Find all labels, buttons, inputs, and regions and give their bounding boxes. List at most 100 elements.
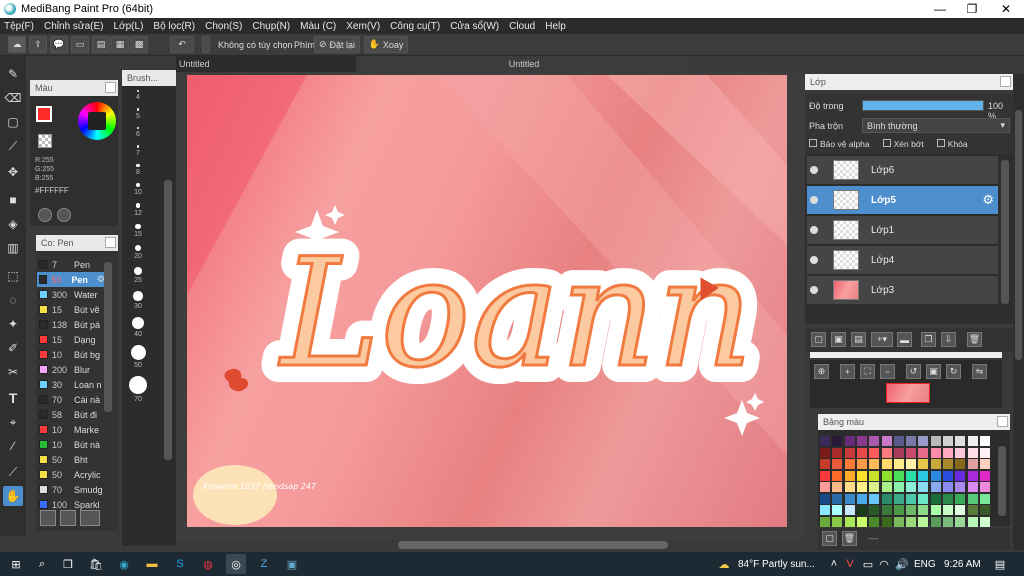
palette-swatch[interactable] (930, 493, 941, 504)
palette-swatch[interactable] (943, 516, 953, 527)
palette-swatch[interactable] (943, 470, 953, 481)
lasso-tool-icon[interactable]: ◌ (3, 290, 23, 310)
brush-item[interactable]: 70 Cái nà (37, 392, 105, 407)
palette-swatch[interactable] (955, 447, 966, 458)
palette-swatch[interactable] (869, 516, 880, 527)
palette-swatch[interactable] (918, 505, 929, 515)
line-tool-icon[interactable]: ⟋ (3, 136, 23, 156)
undo-icon[interactable]: ↶ (170, 36, 194, 53)
palette-swatch[interactable] (844, 493, 855, 504)
palette-swatch[interactable] (856, 436, 867, 446)
brush-item[interactable]: 10 Bút nà (37, 437, 105, 452)
bucket-tool-icon[interactable]: ◈ (3, 214, 23, 234)
foreground-swatch[interactable] (36, 106, 52, 122)
skype-icon[interactable]: S (172, 556, 188, 572)
palette-swatch[interactable] (955, 459, 966, 469)
folder-icon[interactable]: ▬ (897, 332, 912, 347)
eye-icon[interactable] (810, 226, 818, 234)
palette-swatch[interactable] (881, 493, 892, 504)
brush-size-option[interactable]: 40 (124, 316, 152, 338)
hand-tool-icon[interactable]: ✋ (3, 486, 23, 506)
panel-close-icon[interactable] (1000, 76, 1011, 87)
palette-swatch[interactable] (906, 516, 917, 527)
palette-swatch[interactable] (820, 447, 830, 458)
palette-swatch[interactable] (832, 436, 843, 446)
palette-swatch[interactable] (979, 447, 990, 458)
panel-close-icon[interactable] (997, 416, 1008, 427)
palette-swatch[interactable] (906, 505, 917, 515)
move-tool-icon[interactable]: ✥ (3, 162, 23, 182)
add-layer-menu-icon[interactable]: +▾ (871, 332, 893, 347)
palette-swatch[interactable] (943, 493, 953, 504)
palette-swatch[interactable] (967, 493, 978, 504)
palette-swatch[interactable] (869, 470, 880, 481)
palette-swatch[interactable] (856, 470, 867, 481)
brush-size-option[interactable]: 25 (124, 267, 152, 284)
eyedropper-tool-icon[interactable]: ⁄ (3, 436, 23, 456)
palette-swatch[interactable] (832, 505, 843, 515)
eraser-tool-icon[interactable]: ⌫ (3, 88, 23, 108)
palette-swatch[interactable] (930, 470, 941, 481)
trash-icon[interactable]: 🗑 (967, 332, 982, 347)
palette-swatch[interactable] (906, 459, 917, 469)
protect-alpha-checkbox[interactable]: Bảo vệ alpha (809, 139, 870, 149)
menu-item[interactable]: Help (545, 21, 566, 32)
rotate-left-icon[interactable]: ↺ (906, 364, 921, 379)
palette-swatch[interactable] (906, 447, 917, 458)
palette-swatch[interactable] (967, 505, 978, 515)
panel-close-icon[interactable] (105, 237, 116, 248)
new-palette-icon[interactable]: ▢ (822, 531, 837, 546)
palette-swatch[interactable] (955, 516, 966, 527)
brush-size-option[interactable]: 30 (124, 291, 152, 310)
operation-tool-icon[interactable]: ⌖ (3, 412, 23, 432)
zoom-out-icon[interactable]: − (880, 364, 895, 379)
toolbar-handle[interactable] (202, 36, 210, 53)
eye-icon[interactable] (810, 256, 818, 264)
brush-item[interactable]: 10 Marke (37, 422, 105, 437)
palette-swatch[interactable] (881, 436, 892, 446)
vivaldi-icon[interactable]: V (842, 556, 858, 572)
palette-swatch[interactable] (979, 470, 990, 481)
layer-row[interactable]: Lớp3 (807, 276, 998, 305)
brush-item[interactable]: 50 Bht (37, 452, 105, 467)
drawing-canvas[interactable]: Loann Loann Knowme 1037 Hendsap 247 (187, 75, 787, 527)
palette-swatch[interactable] (881, 470, 892, 481)
brush-size-option[interactable]: 70 (124, 375, 152, 403)
palette-swatch[interactable] (869, 436, 880, 446)
select-rect-icon[interactable]: ⬚ (3, 266, 23, 286)
brush-menu-icon[interactable] (80, 510, 100, 526)
palette-swatch[interactable] (943, 505, 953, 515)
delete-palette-icon[interactable]: 🗑 (842, 531, 857, 546)
palette-swatch[interactable] (979, 482, 990, 492)
close-icon[interactable]: ✕ (990, 0, 1022, 18)
palette-swatch[interactable] (979, 505, 990, 515)
brush-settings-icon[interactable] (40, 510, 56, 526)
palette-swatch[interactable] (906, 493, 917, 504)
brush-list-scrollbar[interactable] (104, 262, 112, 412)
clock[interactable]: 9:26 AM (944, 559, 981, 570)
palette-swatch[interactable] (918, 516, 929, 527)
palette-swatch[interactable] (832, 459, 843, 469)
eye-icon[interactable] (810, 166, 818, 174)
palette-swatch[interactable] (881, 459, 892, 469)
language-indicator[interactable]: ENG (914, 559, 936, 570)
brush-tool-icon[interactable]: ✎ (3, 64, 23, 84)
brush-size-option[interactable]: 50 (124, 344, 152, 369)
flip-icon[interactable]: ⇋ (972, 364, 987, 379)
palette-swatch[interactable] (820, 470, 830, 481)
tab-untitled-2[interactable]: Untitled (358, 56, 690, 72)
zoom-in-icon[interactable]: + (840, 364, 855, 379)
palette-scrollbar[interactable] (998, 446, 1006, 516)
volume-icon[interactable]: 🔊 (894, 556, 910, 572)
brush-size-option[interactable]: 5 (124, 108, 152, 120)
maximize-icon[interactable]: ❐ (956, 0, 988, 18)
palette-swatch[interactable] (893, 447, 904, 458)
new-halftone-layer-icon[interactable]: ▣ (831, 332, 846, 347)
fit-window-icon[interactable]: ▣ (926, 364, 941, 379)
palette-swatch[interactable] (844, 436, 855, 446)
palette-swatch[interactable] (869, 459, 880, 469)
palette-swatch[interactable] (893, 516, 904, 527)
tiles-icon[interactable]: ▩ (130, 36, 148, 53)
clipping-checkbox[interactable]: Xén bớt (875, 139, 924, 149)
palette-swatch[interactable] (856, 505, 867, 515)
